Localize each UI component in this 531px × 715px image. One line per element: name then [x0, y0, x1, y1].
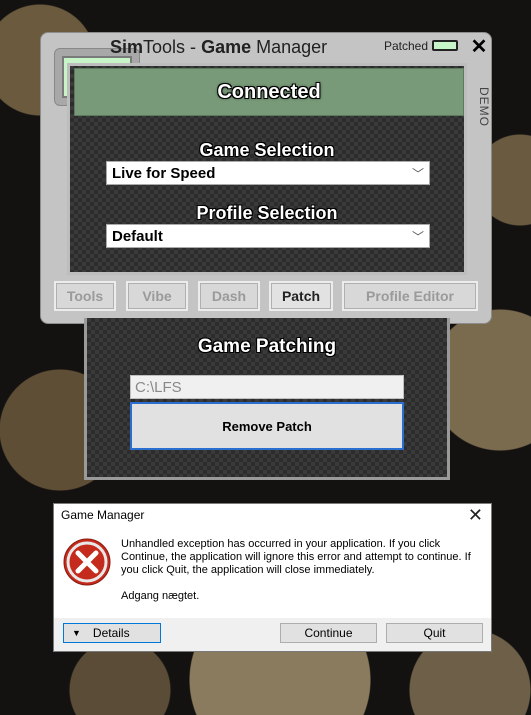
- game-selection-label: Game Selection: [199, 140, 335, 160]
- chevron-down-icon: ▼: [72, 628, 81, 638]
- chevron-down-icon: ﹀: [411, 230, 424, 244]
- title-tools: Tools -: [143, 37, 202, 57]
- game-path-field[interactable]: C:\LFS: [130, 375, 404, 399]
- game-selection-value: Live for Speed: [112, 165, 216, 182]
- dialog-title: Game Manager: [61, 508, 145, 522]
- patched-label: Patched: [384, 39, 429, 53]
- error-dialog: Game Manager ✕ Unhandled exception has o…: [53, 503, 492, 652]
- tab-tools[interactable]: Tools: [54, 281, 116, 311]
- close-icon[interactable]: ✕: [468, 36, 490, 58]
- profile-selection-dropdown[interactable]: Default ﹀: [106, 224, 430, 248]
- patched-indicator: [432, 40, 458, 51]
- remove-patch-button[interactable]: Remove Patch: [130, 402, 404, 450]
- title-game: Game: [201, 37, 252, 57]
- tab-profile-editor[interactable]: Profile Editor: [342, 281, 478, 311]
- profile-selection-value: Default: [112, 228, 163, 245]
- connection-status: Connected: [74, 68, 464, 116]
- dialog-body: Unhandled exception has occurred in your…: [54, 526, 491, 618]
- window-title: SimTools - Game Manager: [105, 37, 327, 58]
- tab-vibe[interactable]: Vibe: [126, 281, 188, 311]
- dialog-titlebar: Game Manager ✕: [54, 504, 491, 526]
- main-panel: Connected Game Selection Live for Speed …: [67, 63, 467, 275]
- title-manager: Manager: [251, 37, 328, 57]
- error-icon: [63, 538, 111, 586]
- game-patching-title: Game Patching: [197, 336, 337, 357]
- simtools-main-window: On SimTools - Game Manager Patched ✕ DEM…: [40, 32, 492, 324]
- title-sim: Sim: [110, 37, 144, 57]
- game-selection-dropdown[interactable]: Live for Speed ﹀: [106, 161, 430, 185]
- details-button-label: Details: [92, 626, 130, 640]
- chevron-down-icon: ﹀: [411, 167, 424, 181]
- error-message: Unhandled exception has occurred in your…: [121, 538, 471, 576]
- tab-patch[interactable]: Patch: [269, 281, 333, 311]
- game-patching-panel: Game Patching C:\LFS Remove Patch: [84, 318, 450, 480]
- quit-button[interactable]: Quit: [386, 623, 483, 643]
- tab-dash[interactable]: Dash: [198, 281, 260, 311]
- profile-selection-label: Profile Selection: [196, 203, 338, 223]
- close-icon[interactable]: ✕: [468, 504, 483, 526]
- error-detail: Adgang nægtet.: [121, 590, 200, 602]
- details-button[interactable]: ▼ Details: [63, 623, 161, 643]
- continue-button[interactable]: Continue: [280, 623, 377, 643]
- demo-label: DEMO: [469, 66, 491, 146]
